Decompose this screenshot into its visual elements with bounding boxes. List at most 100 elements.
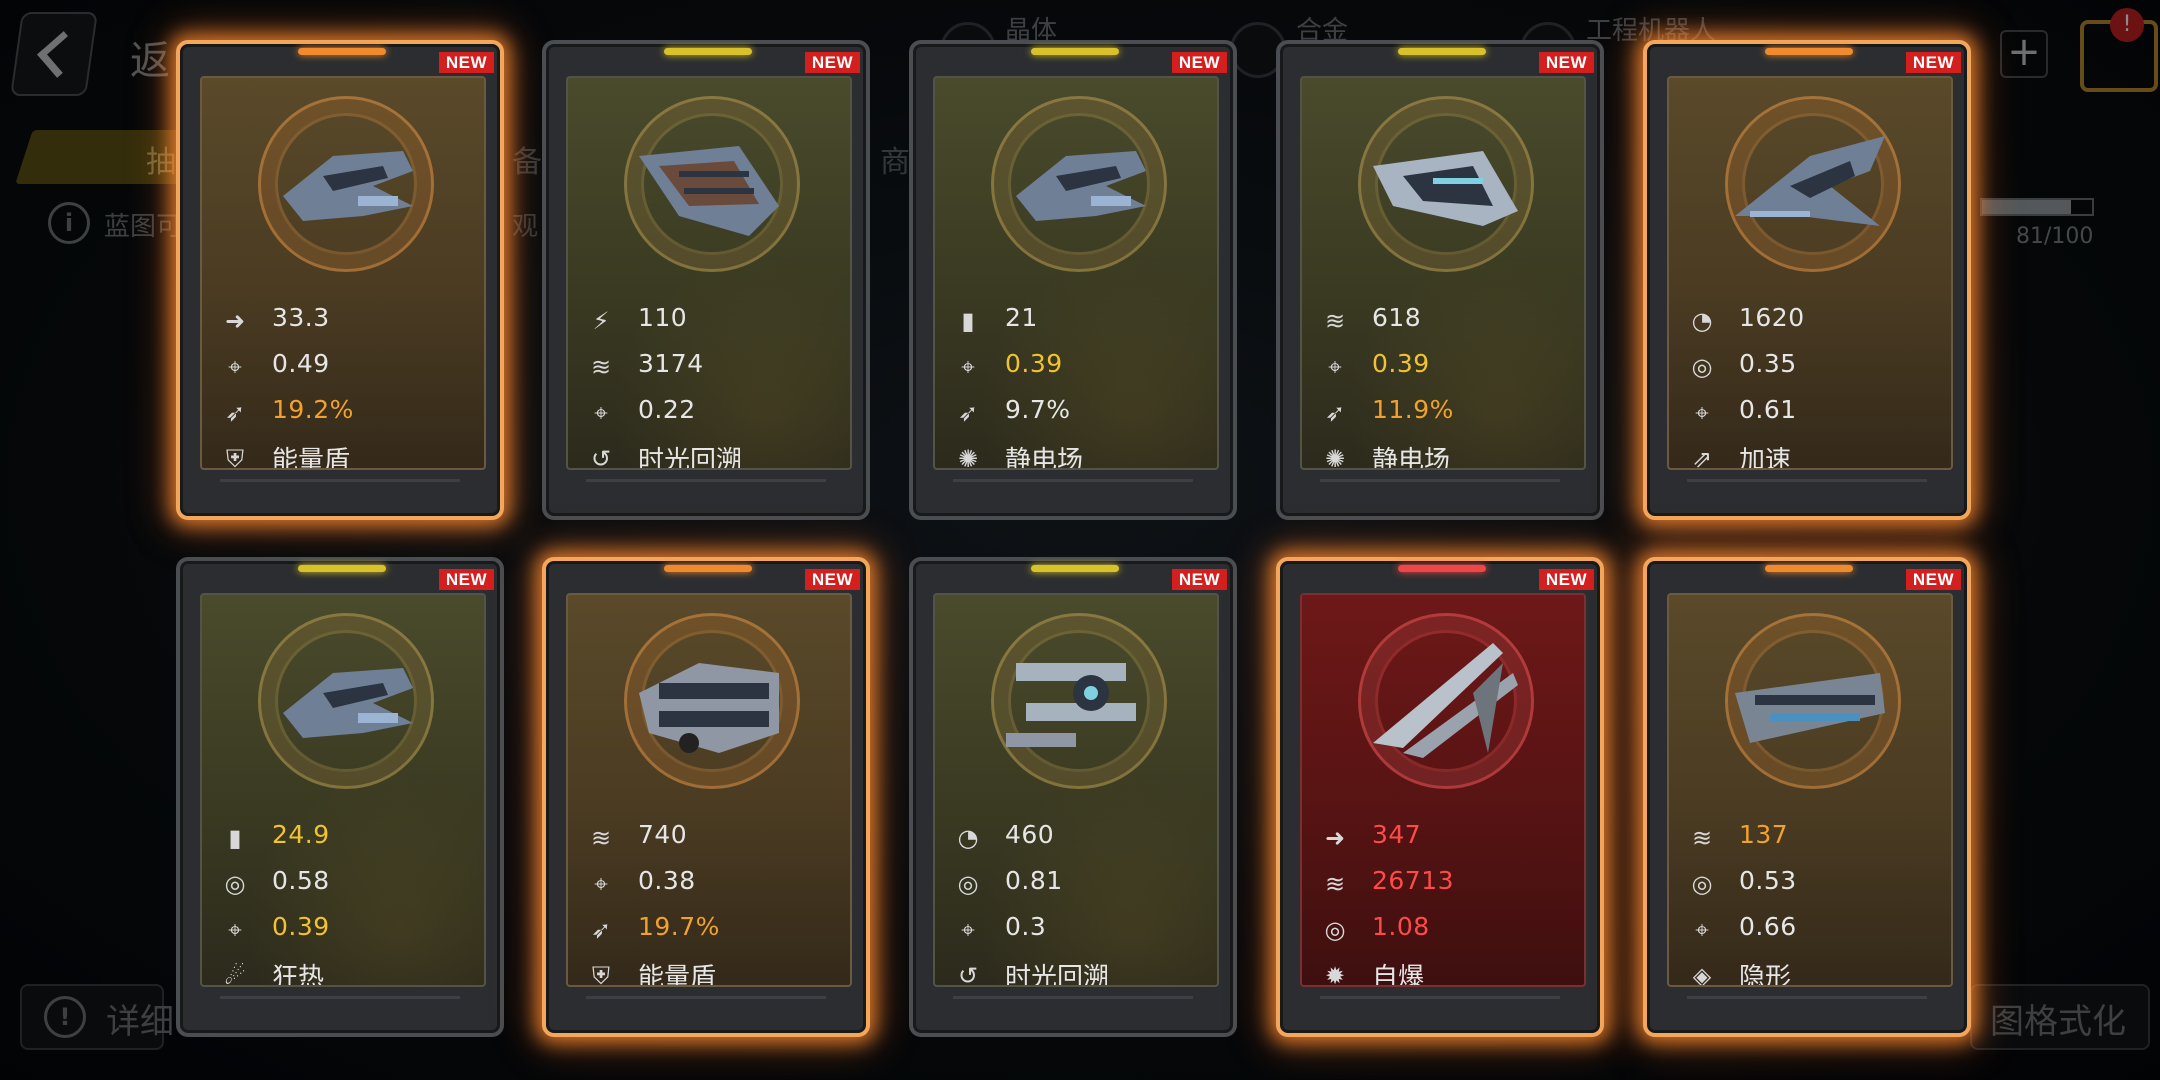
stat-value: 0.81 bbox=[1005, 866, 1063, 895]
new-badge: NEW bbox=[804, 52, 860, 73]
stat-value: 0.58 bbox=[272, 866, 330, 895]
new-badge: NEW bbox=[438, 52, 494, 73]
stat-value: 0.66 bbox=[1739, 912, 1797, 941]
skill-name: 狂热 bbox=[272, 963, 325, 987]
stat-row: ➶ 19.2% bbox=[218, 392, 468, 438]
stat-row: ⌖ 0.66 bbox=[1685, 909, 1935, 955]
crosshair-icon: ⌖ bbox=[1695, 399, 1709, 427]
skill-row: ✺ 静电场 bbox=[951, 438, 1201, 470]
static-field-icon: ✺ bbox=[957, 445, 979, 470]
card-frame-foot bbox=[1687, 996, 1927, 1021]
card-frame-foot bbox=[586, 479, 826, 504]
card-frame-foot bbox=[1320, 996, 1560, 1021]
stat-value: 0.49 bbox=[272, 349, 330, 378]
missile-icon: ➶ bbox=[1324, 399, 1346, 427]
rarity-indicator bbox=[298, 565, 386, 572]
fighter-ship-icon bbox=[283, 151, 413, 221]
stat-row: ≋ 740 bbox=[584, 817, 834, 863]
stat-row: ➜ 347 bbox=[1318, 817, 1568, 863]
crosshair-icon: ⌖ bbox=[594, 399, 608, 427]
reward-card[interactable]: NEW ◔ 1620 ◎ 0.35 ⌖ 0.61 ⇗ 加速 bbox=[1643, 40, 1971, 520]
missile-icon: ➶ bbox=[590, 916, 612, 944]
gauge-icon: ◔ bbox=[1691, 307, 1713, 335]
time-rewind-icon: ↺ bbox=[590, 445, 612, 470]
ammo-icon: ▮ bbox=[961, 307, 975, 335]
reward-card[interactable]: NEW ≋ 618 ⌖ 0.39 ➶ 11.9% ✺ 静电场 bbox=[1276, 40, 1604, 520]
rarity-indicator bbox=[664, 48, 752, 55]
rarity-indicator bbox=[1398, 565, 1486, 572]
stat-row: ◎ 0.35 bbox=[1685, 346, 1935, 392]
reward-card[interactable]: NEW ≋ 740 ⌖ 0.38 ➶ 19.7% ⛨ 能量盾 bbox=[542, 557, 870, 1037]
stat-value: 11.9% bbox=[1372, 395, 1454, 424]
crosshair-icon: ⌖ bbox=[1695, 916, 1709, 944]
reload-icon: ◎ bbox=[1691, 870, 1713, 898]
card-art-panel: ▮ 24.9 ◎ 0.58 ⌖ 0.39 ☄ 狂热 bbox=[200, 593, 486, 987]
stat-row: ≋ 137 bbox=[1685, 817, 1935, 863]
stat-row: ⌖ 0.39 bbox=[218, 909, 468, 955]
stat-value: 460 bbox=[1005, 820, 1055, 849]
armor-icon: ≋ bbox=[1324, 870, 1346, 898]
skill-row: ☄ 狂热 bbox=[218, 955, 468, 987]
stat-value: 0.39 bbox=[272, 912, 330, 941]
drone-ship-icon bbox=[1006, 663, 1136, 747]
stat-list: ➜ 347 ≋ 26713 ◎ 1.08 ✹ 自爆 bbox=[1318, 817, 1568, 985]
reward-card[interactable]: NEW ◔ 460 ◎ 0.81 ⌖ 0.3 ↺ 时光回溯 bbox=[909, 557, 1237, 1037]
ship-image bbox=[996, 633, 1156, 763]
ship-image bbox=[1730, 116, 1890, 246]
bolt-icon: ⚡ bbox=[592, 307, 610, 335]
stat-value: 21 bbox=[1005, 303, 1038, 332]
stat-list: ▮ 24.9 ◎ 0.58 ⌖ 0.39 ☄ 狂热 bbox=[218, 817, 468, 987]
new-badge: NEW bbox=[438, 569, 494, 590]
rarity-indicator bbox=[1031, 565, 1119, 572]
stat-list: ≋ 618 ⌖ 0.39 ➶ 11.9% ✺ 静电场 bbox=[1318, 300, 1568, 468]
skill-row: ◈ 隐形 bbox=[1685, 955, 1935, 987]
reward-card[interactable]: NEW ➜ 33.3 ⌖ 0.49 ➶ 19.2% ⛨ 能量盾 bbox=[176, 40, 504, 520]
reward-card[interactable]: NEW ⚡ 110 ≋ 3174 ⌖ 0.22 ↺ 时光回溯 bbox=[542, 40, 870, 520]
skill-name: 能量盾 bbox=[272, 446, 351, 470]
card-art-panel: ≋ 740 ⌖ 0.38 ➶ 19.7% ⛨ 能量盾 bbox=[566, 593, 852, 987]
missile-icon: ➶ bbox=[224, 399, 246, 427]
card-art-panel: ▮ 21 ⌖ 0.39 ➶ 9.7% ✺ 静电场 bbox=[933, 76, 1219, 470]
stat-value: 0.3 bbox=[1005, 912, 1047, 941]
card-frame-foot bbox=[220, 996, 460, 1021]
skill-name: 隐形 bbox=[1739, 963, 1792, 987]
stat-row: ⌖ 0.22 bbox=[584, 392, 834, 438]
stat-value: 0.39 bbox=[1005, 349, 1063, 378]
ammo-icon: ▮ bbox=[228, 824, 242, 852]
card-frame-foot bbox=[1320, 479, 1560, 504]
stat-list: ◔ 460 ◎ 0.81 ⌖ 0.3 ↺ 时光回溯 bbox=[951, 817, 1201, 985]
stat-row: ≋ 618 bbox=[1318, 300, 1568, 346]
stat-value: 1620 bbox=[1739, 303, 1805, 332]
reward-card[interactable]: NEW ≋ 137 ◎ 0.53 ⌖ 0.66 ◈ 隐形 bbox=[1643, 557, 1971, 1037]
ship-image bbox=[263, 116, 423, 246]
stat-value: 33.3 bbox=[272, 303, 330, 332]
stat-value: 9.7% bbox=[1005, 395, 1071, 424]
cruiser-ship-icon bbox=[1373, 151, 1518, 226]
card-art-panel: ≋ 137 ◎ 0.53 ⌖ 0.66 ◈ 隐形 bbox=[1667, 593, 1953, 987]
new-badge: NEW bbox=[1171, 569, 1227, 590]
shield-icon: ⛨ bbox=[226, 445, 244, 470]
bomber-ship-icon bbox=[1373, 643, 1518, 758]
stealth-icon: ◈ bbox=[1692, 962, 1712, 987]
stat-row: ◎ 0.58 bbox=[218, 863, 468, 909]
new-badge: NEW bbox=[1538, 569, 1594, 590]
stat-value: 1.08 bbox=[1372, 912, 1430, 941]
skill-row: ↺ 时光回溯 bbox=[584, 438, 834, 470]
armor-icon: ≋ bbox=[590, 824, 612, 852]
card-art-panel: ◔ 1620 ◎ 0.35 ⌖ 0.61 ⇗ 加速 bbox=[1667, 76, 1953, 470]
ship-image bbox=[629, 116, 789, 246]
stat-row: ⌖ 0.61 bbox=[1685, 392, 1935, 438]
reward-card[interactable]: NEW ▮ 21 ⌖ 0.39 ➶ 9.7% ✺ 静电场 bbox=[909, 40, 1237, 520]
stat-value: 0.53 bbox=[1739, 866, 1797, 895]
reward-card[interactable]: NEW ▮ 24.9 ◎ 0.58 ⌖ 0.39 ☄ 狂热 bbox=[176, 557, 504, 1037]
armor-icon: ≋ bbox=[1324, 307, 1346, 335]
armor-icon: ≋ bbox=[1691, 824, 1713, 852]
stat-value: 0.22 bbox=[638, 395, 696, 424]
stat-value: 137 bbox=[1739, 820, 1789, 849]
stat-value: 24.9 bbox=[272, 820, 330, 849]
speed-arrow-icon: ➜ bbox=[224, 307, 246, 335]
stat-value: 110 bbox=[638, 303, 688, 332]
reward-card[interactable]: NEW ➜ 347 ≋ 26713 ◎ 1.08 ✹ 自爆 bbox=[1276, 557, 1604, 1037]
stat-row: ≋ 26713 bbox=[1318, 863, 1568, 909]
stat-value: 0.39 bbox=[1372, 349, 1430, 378]
